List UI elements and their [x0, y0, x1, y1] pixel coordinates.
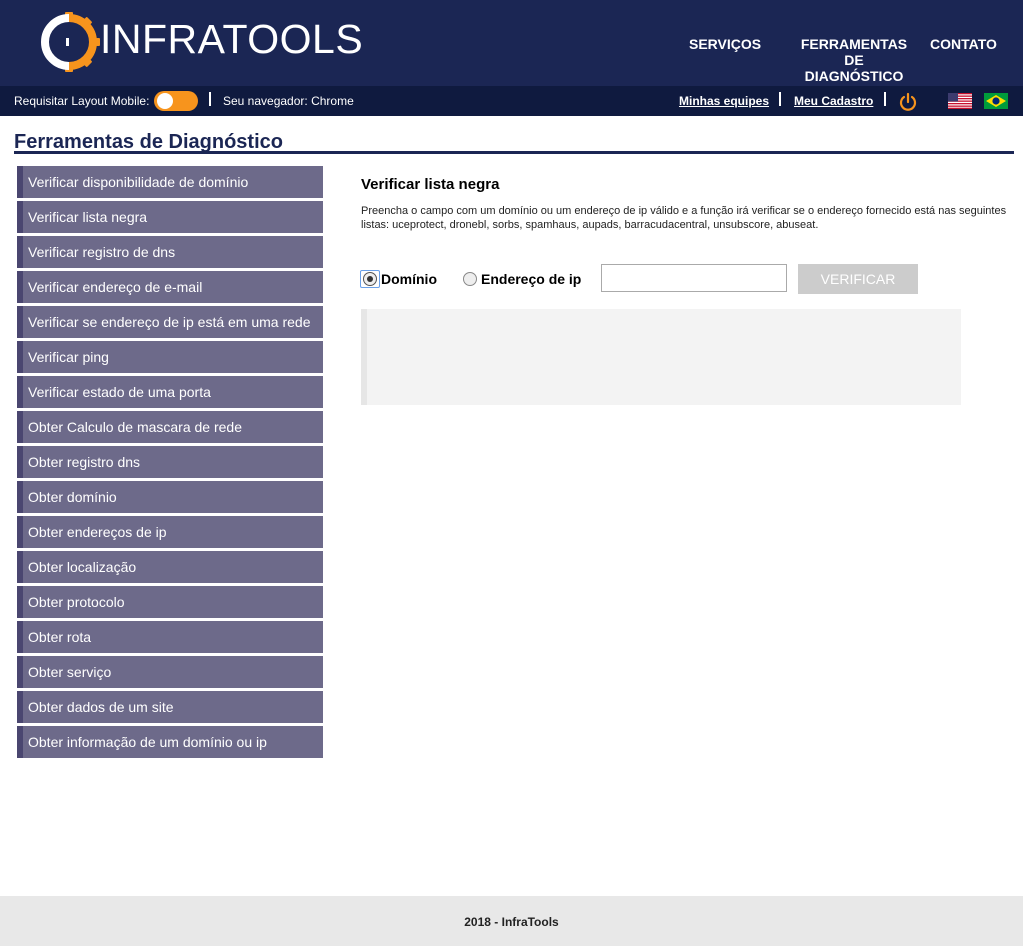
- sidebar-item-get-location[interactable]: Obter localização: [17, 551, 323, 583]
- divider: [884, 92, 886, 106]
- sidebar-item-get-protocol[interactable]: Obter protocolo: [17, 586, 323, 618]
- us-flag-icon[interactable]: [948, 93, 972, 109]
- nav-servicos[interactable]: SERVIÇOS: [689, 36, 761, 52]
- toggle-knob: [157, 93, 173, 109]
- tool-title: Verificar lista negra: [361, 176, 500, 193]
- ip-radio[interactable]: [463, 272, 477, 286]
- sidebar-item-check-domain-availability[interactable]: Verificar disponibilidade de domínio: [17, 166, 323, 198]
- divider: [779, 92, 781, 106]
- nav-ferramentas-diagnostico[interactable]: FERRAMENTAS DE DIAGNÓSTICO: [800, 36, 908, 84]
- address-input[interactable]: [601, 264, 787, 292]
- nav-line: DE: [844, 52, 864, 68]
- top-subbar: Requisitar Layout Mobile: Seu navegador:…: [0, 86, 1023, 116]
- domain-radio[interactable]: [363, 272, 377, 286]
- divider: [209, 92, 211, 106]
- logo-text: INFRATOOLS: [100, 16, 364, 62]
- site-footer: 2018 - InfraTools: [0, 896, 1023, 946]
- tool-description: Preencha o campo com um domínio ou um en…: [361, 205, 1007, 231]
- tools-sidebar: Verificar disponibilidade de domínio Ver…: [17, 166, 323, 761]
- ip-radio-label[interactable]: Endereço de ip: [481, 271, 581, 287]
- site-header: INFRATOOLS SERVIÇOS FERRAMENTAS DE DIAGN…: [0, 0, 1023, 86]
- sidebar-item-check-blacklist[interactable]: Verificar lista negra: [17, 201, 323, 233]
- sidebar-item-get-route[interactable]: Obter rota: [17, 621, 323, 653]
- gear-logo-icon: [41, 12, 100, 72]
- browser-info: Seu navegador: Chrome: [223, 94, 354, 108]
- sidebar-item-netmask-calc[interactable]: Obter Calculo de mascara de rede: [17, 411, 323, 443]
- my-register-link[interactable]: Meu Cadastro: [794, 94, 873, 108]
- sidebar-item-check-dns-record[interactable]: Verificar registro de dns: [17, 236, 323, 268]
- title-underline: [14, 151, 1014, 154]
- brazil-flag-icon[interactable]: [984, 93, 1008, 109]
- my-teams-link[interactable]: Minhas equipes: [679, 94, 769, 108]
- nav-line: DIAGNÓSTICO: [804, 68, 904, 84]
- result-panel: [361, 309, 961, 405]
- sidebar-item-get-domain[interactable]: Obter domínio: [17, 481, 323, 513]
- nav-line: FERRAMENTAS: [800, 36, 908, 52]
- power-icon[interactable]: [898, 92, 918, 112]
- sidebar-item-get-dns-record[interactable]: Obter registro dns: [17, 446, 323, 478]
- nav-contato[interactable]: CONTATO: [930, 36, 997, 52]
- sidebar-item-get-service[interactable]: Obter serviço: [17, 656, 323, 688]
- sidebar-item-check-ping[interactable]: Verificar ping: [17, 341, 323, 373]
- sidebar-item-check-port[interactable]: Verificar estado de uma porta: [17, 376, 323, 408]
- verify-button[interactable]: VERIFICAR: [798, 264, 918, 294]
- sidebar-item-check-ip-in-network[interactable]: Verificar se endereço de ip está em uma …: [17, 306, 323, 338]
- infratools-logo[interactable]: INFRATOOLS: [38, 12, 363, 72]
- sidebar-item-get-domain-or-ip-info[interactable]: Obter informação de um domínio ou ip: [17, 726, 323, 758]
- sidebar-item-get-ip-addresses[interactable]: Obter endereços de ip: [17, 516, 323, 548]
- mobile-layout-label: Requisitar Layout Mobile:: [14, 94, 150, 108]
- sidebar-item-get-site-data[interactable]: Obter dados de um site: [17, 691, 323, 723]
- sidebar-item-check-email[interactable]: Verificar endereço de e-mail: [17, 271, 323, 303]
- domain-radio-label[interactable]: Domínio: [381, 271, 437, 287]
- mobile-layout-toggle[interactable]: [154, 91, 198, 111]
